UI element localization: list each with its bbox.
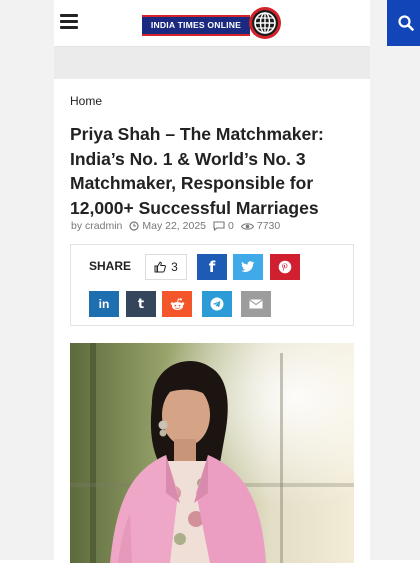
thumbs-up-icon	[154, 261, 167, 273]
email-share-button[interactable]	[241, 291, 271, 317]
article-title: Priya Shah – The Matchmaker: India’s No.…	[70, 124, 324, 218]
facebook-share-button[interactable]: f	[197, 254, 227, 280]
article-featured-image	[70, 343, 354, 563]
tumblr-share-button[interactable]: t	[126, 291, 156, 317]
clock-icon	[129, 221, 139, 231]
reddit-icon	[170, 297, 184, 310]
article-meta: by cradmin May 22, 2025 0 7730	[71, 220, 287, 232]
search-icon	[398, 15, 414, 31]
search-button[interactable]	[387, 0, 420, 46]
breadcrumb-home[interactable]: Home	[70, 94, 102, 108]
linkedin-icon: in	[98, 297, 110, 311]
date-text: May 22, 2025	[142, 220, 207, 232]
like-count: 3	[171, 260, 178, 274]
pinterest-icon	[278, 260, 292, 274]
portrait-photo	[70, 343, 354, 563]
publish-date: May 22, 2025	[129, 220, 206, 232]
logo-text: INDIA TIMES ONLINE	[142, 15, 250, 36]
comment-count[interactable]: 0	[213, 220, 234, 232]
ad-banner-placeholder	[54, 47, 370, 79]
article-content: Home Priya Shah – The Matchmaker: India’…	[54, 80, 370, 563]
like-button[interactable]: 3	[145, 254, 187, 280]
view-count: 7730	[240, 220, 281, 232]
share-box: SHARE 3 f in t	[70, 244, 354, 326]
site-logo[interactable]: INDIA TIMES ONLINE	[142, 5, 284, 41]
author-prefix: by	[71, 220, 83, 232]
comment-icon	[213, 221, 225, 231]
author-name: cradmin	[85, 220, 123, 232]
site-header: INDIA TIMES ONLINE	[54, 0, 420, 47]
page-margin-right	[370, 0, 420, 560]
menu-icon[interactable]	[60, 14, 78, 30]
author-byline[interactable]: by cradmin	[71, 220, 122, 232]
telegram-share-button[interactable]	[202, 291, 232, 317]
twitter-share-button[interactable]	[233, 254, 263, 280]
facebook-icon: f	[208, 258, 216, 276]
pinterest-share-button[interactable]	[270, 254, 300, 280]
reddit-share-button[interactable]	[162, 291, 192, 317]
linkedin-share-button[interactable]: in	[89, 291, 119, 317]
page-margin-left	[0, 0, 54, 560]
view-count-text: 7730	[256, 220, 281, 232]
comment-count-text: 0	[228, 220, 234, 232]
share-label: SHARE	[89, 259, 132, 273]
twitter-icon	[241, 261, 255, 272]
globe-icon	[249, 7, 281, 39]
envelope-icon	[249, 299, 263, 309]
eye-icon	[240, 222, 254, 230]
telegram-icon	[210, 297, 224, 311]
tumblr-icon: t	[137, 296, 145, 312]
